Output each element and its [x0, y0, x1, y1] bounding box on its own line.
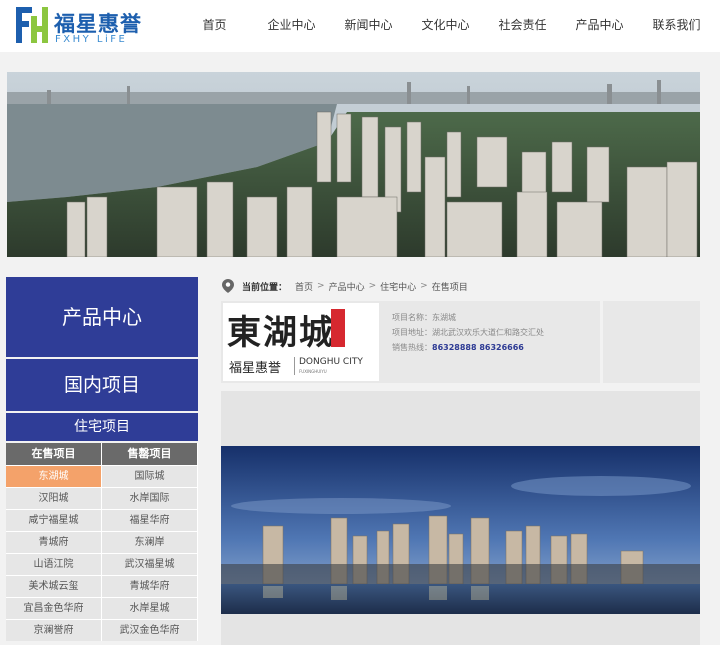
on-sale-header[interactable]: 在售项目 — [6, 443, 102, 465]
sold-out-column: 售罄项目 国际城 水岸国际 福星华府 东澜岸 武汉福星城 青城华府 水岸星城 武… — [102, 443, 198, 641]
location-pin-icon — [222, 279, 234, 293]
main-nav: 首页 企业中心 新闻中心 文化中心 社会责任 产品中心 联系我们 — [176, 0, 715, 52]
project-tel-label: 销售热线： — [392, 343, 432, 352]
logo-mark-icon — [16, 7, 48, 43]
banner-image — [7, 72, 700, 257]
breadcrumb-separator: > — [368, 281, 377, 291]
project-logo-en-small: FUXINGHUIYU — [299, 369, 327, 374]
project-info: 项目名称：东湖城 项目地址：湖北武汉欢乐大道仁和路交汇处 销售热线：863288… — [392, 310, 544, 355]
project-link[interactable]: 青城府 — [6, 531, 102, 553]
sidebar-domestic-projects[interactable]: 国内项目 — [6, 359, 198, 411]
breadcrumb-separator: > — [420, 281, 428, 291]
breadcrumb-separator: > — [317, 281, 325, 291]
nav-social[interactable]: 社会责任 — [484, 0, 561, 52]
project-link[interactable]: 青城华府 — [102, 575, 198, 597]
project-tel-value: 86328888 86326666 — [432, 343, 524, 352]
project-link[interactable]: 东湖城 — [6, 465, 102, 487]
project-link[interactable]: 国际城 — [102, 465, 198, 487]
project-link[interactable]: 京澜誉府 — [6, 619, 102, 641]
project-logo-cn: 東湖城 — [227, 313, 335, 353]
nav-contact[interactable]: 联系我们 — [638, 0, 715, 52]
project-link[interactable]: 美术城云玺 — [6, 575, 102, 597]
breadcrumb-products[interactable]: 产品中心 — [329, 280, 365, 293]
breadcrumb-residential[interactable]: 住宅中心 — [380, 280, 416, 293]
project-link[interactable]: 武汉金色华府 — [102, 619, 198, 641]
project-link[interactable]: 东澜岸 — [102, 531, 198, 553]
site-logo[interactable]: 福星惠誉 FXHY LiFE — [14, 4, 144, 48]
nav-culture[interactable]: 文化中心 — [407, 0, 484, 52]
project-rendering-image — [221, 446, 700, 614]
breadcrumb-on-sale[interactable]: 在售项目 — [432, 280, 468, 293]
logo-text-en: FXHY LiFE — [55, 34, 128, 45]
product-sidebar: 产品中心 国内项目 住宅项目 在售项目 东湖城 汉阳城 咸宁福星城 青城府 山语… — [6, 277, 198, 641]
project-link[interactable]: 福星华府 — [102, 509, 198, 531]
breadcrumb: 当前位置： 首页 > 产品中心 > 住宅中心 > 在售项目 — [222, 278, 468, 294]
sidebar-residential-projects[interactable]: 住宅项目 — [6, 413, 198, 441]
nav-products[interactable]: 产品中心 — [561, 0, 638, 52]
project-link[interactable]: 宜昌金色华府 — [6, 597, 102, 619]
site-header: 福星惠誉 FXHY LiFE 首页 企业中心 新闻中心 文化中心 社会责任 产品… — [0, 0, 720, 52]
project-link[interactable]: 水岸星城 — [102, 597, 198, 619]
project-link[interactable]: 水岸国际 — [102, 487, 198, 509]
project-card: 東湖城 福星惠誉 DONGHU CITY FUXINGHUIYU 项目名称：东湖… — [221, 301, 600, 383]
project-address-label: 项目地址： — [392, 328, 432, 337]
project-card-side — [603, 301, 700, 383]
project-link[interactable]: 武汉福星城 — [102, 553, 198, 575]
project-link[interactable]: 山语江院 — [6, 553, 102, 575]
sidebar-title: 产品中心 — [6, 277, 198, 357]
project-logo-en: DONGHU CITY — [299, 357, 363, 367]
breadcrumb-label: 当前位置： — [242, 282, 288, 293]
project-name-label: 项目名称： — [392, 313, 432, 322]
breadcrumb-home[interactable]: 首页 — [295, 280, 313, 293]
on-sale-column: 在售项目 东湖城 汉阳城 咸宁福星城 青城府 山语江院 美术城云玺 宜昌金色华府… — [6, 443, 102, 641]
nav-home[interactable]: 首页 — [176, 0, 253, 52]
project-address-value: 湖北武汉欢乐大道仁和路交汇处 — [432, 328, 544, 337]
project-gallery — [221, 391, 700, 645]
project-logo: 東湖城 福星惠誉 DONGHU CITY FUXINGHUIYU — [223, 303, 379, 381]
nav-news[interactable]: 新闻中心 — [330, 0, 407, 52]
nav-enterprise[interactable]: 企业中心 — [253, 0, 330, 52]
sold-out-header[interactable]: 售罄项目 — [102, 443, 198, 465]
project-link[interactable]: 咸宁福星城 — [6, 509, 102, 531]
project-link[interactable]: 汉阳城 — [6, 487, 102, 509]
project-name-value: 东湖城 — [432, 313, 456, 322]
project-logo-brand: 福星惠誉 — [229, 361, 282, 376]
